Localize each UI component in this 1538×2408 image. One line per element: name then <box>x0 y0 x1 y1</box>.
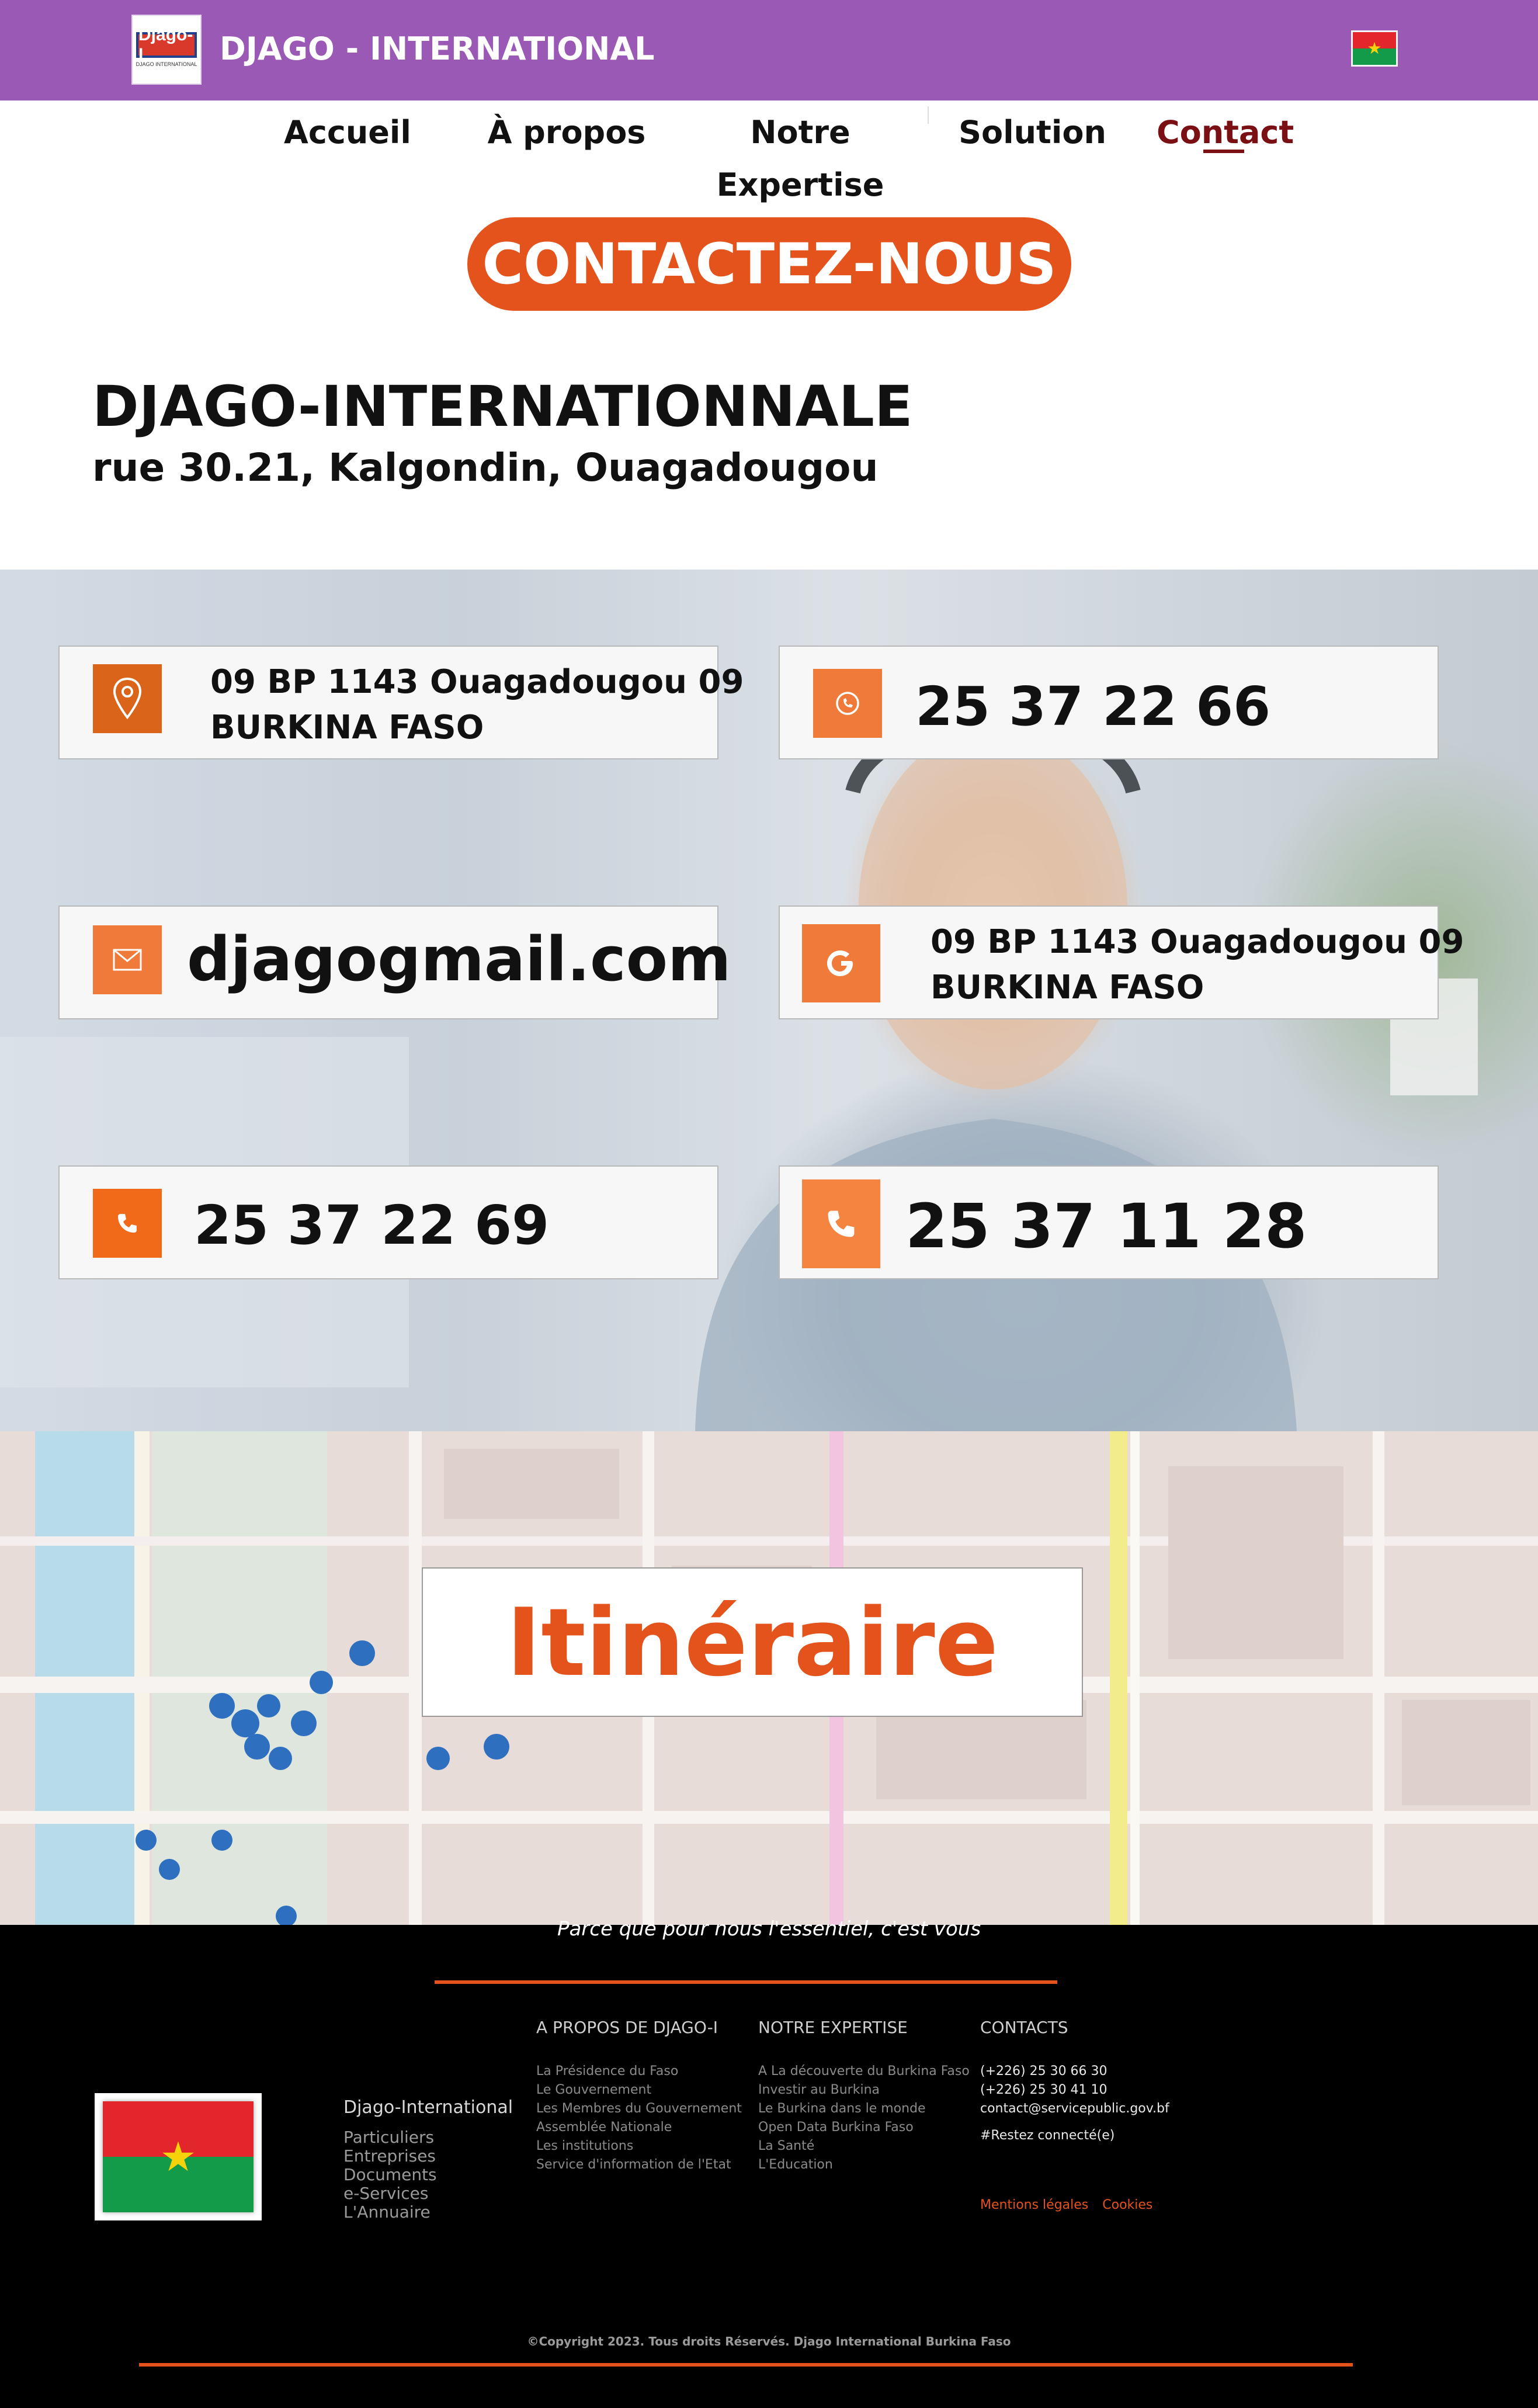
footer-contacts: (+226) 25 30 66 30 (+226) 25 30 41 10 co… <box>980 2062 1169 2145</box>
map-pin-icon <box>93 664 162 733</box>
footer-link-entreprises[interactable]: Entreprises <box>343 2147 437 2166</box>
footer-about-link[interactable]: Le Gouvernement <box>536 2081 742 2100</box>
nav-item-a-propos[interactable]: À propos <box>485 106 648 159</box>
google-address-line-2: BURKINA FASO <box>931 969 1204 1007</box>
whatsapp-card[interactable]: 25 37 22 66 <box>779 646 1439 759</box>
footer-about-link[interactable]: La Présidence du Faso <box>536 2062 742 2081</box>
site-logo[interactable]: Djago-I DJAGO INTERNATIONAL <box>131 15 202 85</box>
copyright: ©Copyright 2023. Tous droits Réservés. D… <box>527 2334 1011 2348</box>
footer-about-link[interactable]: Assemblée Nationale <box>536 2118 742 2137</box>
itineraire-button[interactable]: Itinéraire <box>422 1567 1083 1717</box>
footer-legal-links: Mentions légales Cookies <box>980 2198 1166 2212</box>
nav-item-solution[interactable]: Solution <box>958 106 1107 159</box>
footer-link-particuliers[interactable]: Particuliers <box>343 2128 437 2147</box>
footer-expertise-links: A La découverte du Burkina Faso Investir… <box>758 2062 970 2174</box>
footer-expertise-link[interactable]: La Santé <box>758 2137 970 2156</box>
footer-link-annuaire[interactable]: L'Annuaire <box>343 2203 437 2222</box>
whatsapp-icon <box>813 669 882 738</box>
footer-email[interactable]: contact@servicepublic.gov.bf <box>980 2100 1169 2118</box>
footer-about-links: La Présidence du Faso Le Gouvernement Le… <box>536 2062 742 2174</box>
phone-number-2[interactable]: 25 37 11 28 <box>905 1191 1307 1261</box>
footer-expertise-title: NOTRE EXPERTISE <box>758 2018 908 2037</box>
footer-divider-top <box>435 1980 1057 1984</box>
company-name: DJAGO-INTERNATIONNALE <box>92 374 913 439</box>
top-bar: Djago-I DJAGO INTERNATIONAL DJAGO - INTE… <box>0 0 1538 100</box>
footer-expertise-link[interactable]: A La découverte du Burkina Faso <box>758 2062 970 2081</box>
phone-number-1[interactable]: 25 37 22 69 <box>194 1193 549 1258</box>
footer-link-e-services[interactable]: e-Services <box>343 2184 437 2203</box>
email-address[interactable]: djagogmail.com <box>187 918 731 1000</box>
footer-brand-links: Particuliers Entreprises Documents e-Ser… <box>343 2128 437 2222</box>
footer-link-documents[interactable]: Documents <box>343 2166 437 2184</box>
brand-name[interactable]: DJAGO - INTERNATIONAL <box>220 26 655 72</box>
footer-expertise-link[interactable]: Investir au Burkina <box>758 2081 970 2100</box>
footer-contacts-title: CONTACTS <box>980 2018 1068 2037</box>
google-icon <box>802 924 880 1002</box>
address-card: 09 BP 1143 Ouagadougou 09 BURKINA FASO <box>58 646 744 759</box>
footer-expertise-link[interactable]: L'Education <box>758 2156 970 2174</box>
footer-brand-title: Djago-International <box>343 2097 513 2118</box>
footer-phone-2[interactable]: (+226) 25 30 41 10 <box>980 2081 1169 2100</box>
logo-subtext: DJAGO INTERNATIONAL <box>136 61 197 67</box>
footer-expertise-link[interactable]: Le Burkina dans le monde <box>758 2100 970 2118</box>
whatsapp-number[interactable]: 25 37 22 66 <box>915 675 1270 739</box>
mail-icon <box>93 925 162 994</box>
address-line-2: BURKINA FASO <box>210 709 484 747</box>
nav-item-accueil[interactable]: Accueil <box>280 106 415 159</box>
contact-background-photo: 09 BP 1143 Ouagadougou 09 BURKINA FASO 2… <box>0 570 1538 1431</box>
mentions-legales-link[interactable]: Mentions légales <box>980 2198 1088 2212</box>
phone-icon <box>93 1189 162 1258</box>
nav-active-indicator <box>1203 150 1244 153</box>
company-address: rue 30.21, Kalgondin, Ouagadougou <box>92 445 879 490</box>
footer-about-link[interactable]: Les institutions <box>536 2137 742 2156</box>
address-line-1: 09 BP 1143 Ouagadougou 09 <box>210 663 744 701</box>
google-address-line-1: 09 BP 1143 Ouagadougou 09 <box>931 923 1464 961</box>
logo-mark: Djago-I <box>136 25 197 64</box>
footer-about-link[interactable]: Les Membres du Gouvernement <box>536 2100 742 2118</box>
phone-card-2[interactable]: 25 37 11 28 <box>779 1165 1439 1279</box>
phone-icon <box>802 1179 880 1268</box>
phone-card-1[interactable]: 25 37 22 69 <box>58 1165 718 1279</box>
burkina-flag-icon: ★ <box>95 2093 262 2220</box>
footer-phone-1[interactable]: (+226) 25 30 66 30 <box>980 2062 1169 2081</box>
footer-slogan: Parce que pour nous l'essentiel, c'est v… <box>557 1917 981 1941</box>
footer-divider-bottom <box>139 2363 1353 2367</box>
main-nav: Accueil À propos Notre Expertise Solutio… <box>0 100 1538 203</box>
contactez-nous-button[interactable]: CONTACTEZ-NOUS <box>467 217 1071 311</box>
language-flag-icon[interactable]: ★ <box>1351 30 1398 67</box>
footer-about-title: A PROPOS DE DJAGO-I <box>536 2018 718 2037</box>
footer-expertise-link[interactable]: Open Data Burkina Faso <box>758 2118 970 2137</box>
email-card[interactable]: djagogmail.com <box>58 905 731 1019</box>
footer-social: #Restez connecté(e) <box>980 2128 1115 2143</box>
google-card: 09 BP 1143 Ouagadougou 09 BURKINA FASO <box>779 905 1464 1019</box>
cookies-link[interactable]: Cookies <box>1102 2198 1152 2212</box>
footer-about-link[interactable]: Service d'information de l'Etat <box>536 2156 742 2174</box>
nav-item-notre-expertise[interactable]: Notre Expertise <box>678 106 923 203</box>
nav-divider <box>928 106 929 124</box>
